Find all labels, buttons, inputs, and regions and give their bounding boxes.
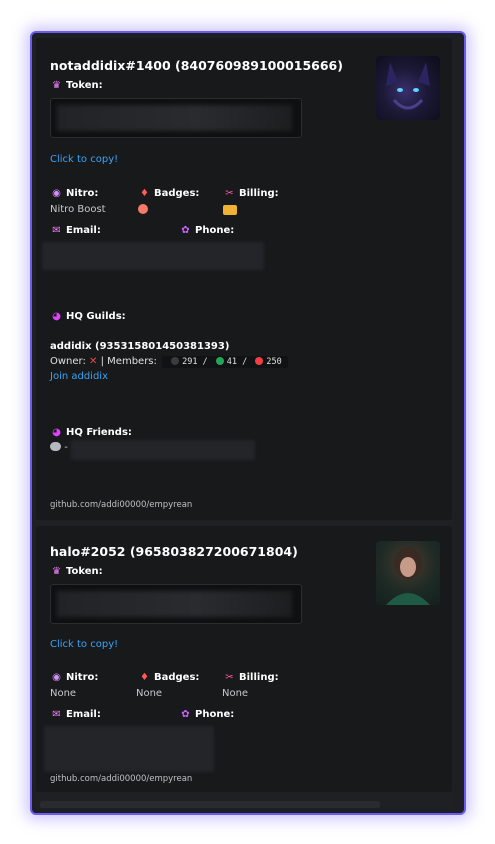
phone-label: ✿ Phone:	[179, 225, 234, 236]
boost-badge-icon	[138, 204, 148, 214]
nitro-label: ◉ Nitro:	[50, 672, 98, 683]
nitro-value: Nitro Boost	[50, 204, 106, 215]
guild-icon: ◕	[52, 311, 61, 322]
member-total: 291	[182, 357, 198, 367]
copy-token-link[interactable]: Click to copy!	[50, 154, 118, 165]
nitro-icon: ◉	[52, 672, 61, 683]
embed-window: notaddidix#1400 (840760989100015666) ♛ To…	[30, 31, 466, 815]
credit-card-icon	[223, 205, 237, 215]
badge-icon: ♦	[140, 188, 149, 199]
badges-value: None	[136, 688, 163, 699]
token-label: ♛ Token:	[50, 566, 103, 577]
embed-footer: github.com/addi00000/empyrean	[50, 500, 193, 510]
member-dnd: 250	[266, 357, 282, 367]
account-embed-2: halo#2052 (965803827200671804) ♛ Token: C…	[36, 526, 452, 792]
account-title: halo#2052 (965803827200671804)	[50, 544, 298, 559]
embed-footer: github.com/addi00000/empyrean	[50, 774, 193, 784]
guild-info-row: Owner: ✕ | Members: 291 / 41 / 250	[50, 356, 288, 368]
nitro-label: ◉ Nitro:	[50, 188, 98, 199]
billing-icon: ✂	[225, 672, 234, 683]
member-online: 41	[226, 357, 238, 367]
email-phone-redacted	[44, 726, 214, 772]
nitro-icon: ◉	[52, 188, 61, 199]
horizontal-scrollbar[interactable]	[40, 801, 380, 808]
badge-icon: ♦	[140, 672, 149, 683]
friend-entry: -	[50, 442, 68, 453]
billing-label: ✂ Billing:	[223, 672, 278, 683]
email-label: ✉ Email:	[50, 709, 101, 720]
token-label: ♛ Token:	[50, 80, 103, 91]
account-embed-1: notaddidix#1400 (840760989100015666) ♛ To…	[36, 38, 452, 520]
billing-value: None	[222, 688, 249, 699]
members-label: | Members:	[100, 356, 157, 367]
badges-label: ♦ Badges:	[138, 672, 199, 683]
crown-icon: ♛	[52, 566, 61, 577]
friend-redacted	[71, 440, 255, 460]
friends-icon: ◕	[52, 427, 61, 438]
email-label: ✉ Email:	[50, 225, 101, 236]
token-box[interactable]	[50, 98, 302, 138]
copy-token-link[interactable]: Click to copy!	[50, 639, 118, 650]
email-phone-redacted	[42, 242, 264, 270]
avatar-art	[386, 62, 430, 110]
phone-label: ✿ Phone:	[179, 709, 234, 720]
join-guild-link[interactable]: Join addidix	[50, 371, 108, 382]
billing-label: ✂ Billing:	[223, 188, 278, 199]
friend-separator: -	[64, 442, 68, 453]
token-box[interactable]	[50, 584, 302, 624]
message-scroll-area[interactable]: notaddidix#1400 (840760989100015666) ♛ To…	[35, 36, 453, 808]
offline-dot-icon	[171, 357, 180, 365]
token-redacted	[57, 105, 292, 131]
member-counts: 291 / 41 / 250	[162, 356, 288, 368]
token-redacted	[57, 591, 292, 617]
crown-icon: ♛	[52, 80, 61, 91]
email-icon: ✉	[52, 225, 61, 236]
friend-badge-icon	[50, 442, 61, 451]
avatar[interactable]	[376, 56, 440, 120]
badges-label: ♦ Badges:	[138, 188, 199, 199]
owner-label: Owner:	[50, 356, 86, 367]
phone-icon: ✿	[181, 709, 190, 720]
avatar[interactable]	[376, 541, 440, 605]
account-title: notaddidix#1400 (840760989100015666)	[50, 58, 343, 73]
guild-name: addidix (935315801450381393)	[50, 341, 230, 352]
avatar-art	[386, 547, 430, 605]
nitro-value: None	[50, 688, 77, 699]
hq-friends-label: ◕ HQ Friends:	[50, 427, 132, 438]
phone-icon: ✿	[181, 225, 190, 236]
hq-guilds-label: ◕ HQ Guilds:	[50, 311, 126, 322]
online-dot-icon	[215, 357, 224, 365]
owner-false-icon: ✕	[89, 356, 98, 367]
email-icon: ✉	[52, 709, 61, 720]
billing-icon: ✂	[225, 188, 234, 199]
dnd-dot-icon	[255, 357, 264, 365]
